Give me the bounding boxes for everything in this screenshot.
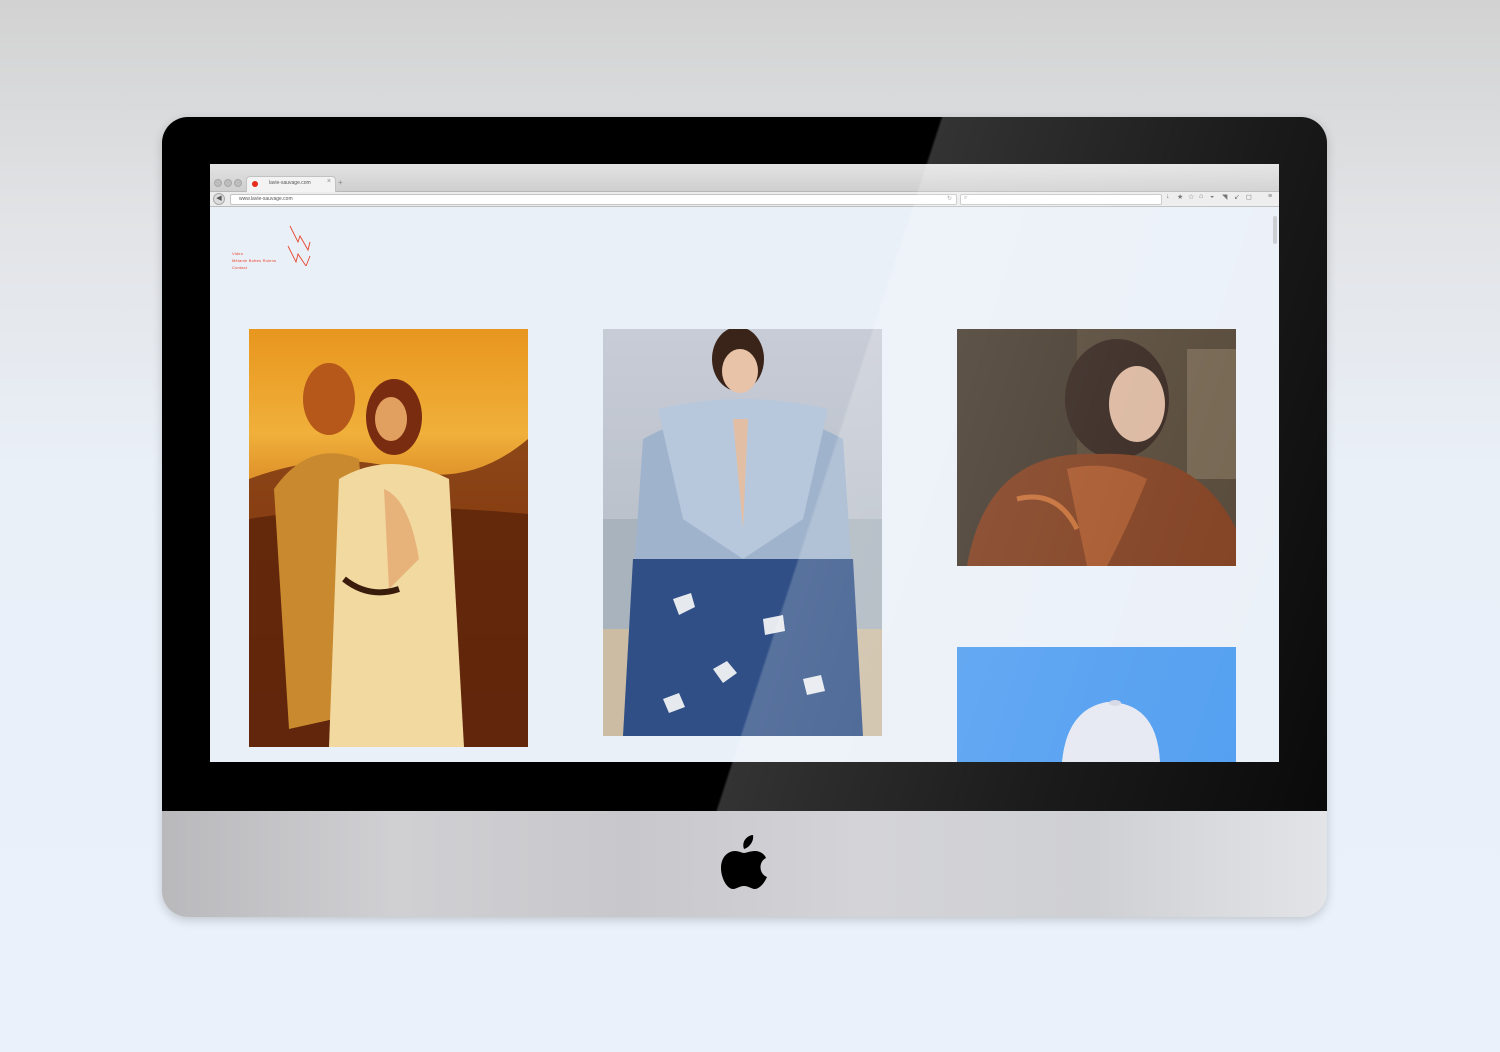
photo-ruffle-shirt-beach[interactable] <box>603 329 882 736</box>
imac-chin <box>162 811 1327 917</box>
nav-link-video[interactable]: Video <box>232 250 276 257</box>
search-icon: ⌕ <box>964 195 968 201</box>
scrollbar[interactable] <box>1273 216 1277 244</box>
tab-close-icon[interactable]: × <box>327 178 331 185</box>
menu-icon[interactable]: ≡ <box>1268 193 1272 200</box>
favicon-icon <box>252 181 258 187</box>
browser-window: lavie-sauvage.com × + ◀ www.lavie-sauvag… <box>210 164 1279 762</box>
new-tab-button[interactable]: + <box>338 178 343 187</box>
nav-link-contact[interactable]: Contact <box>232 264 276 271</box>
nav-bar: ◀ www.lavie-sauvage.com ↻ ⌕ ↓ ★ ☆ ⌂ ◒ ◥ … <box>210 192 1279 207</box>
sidebar-icon[interactable]: ◻ <box>1246 193 1252 201</box>
address-bar[interactable]: www.lavie-sauvage.com ↻ <box>230 194 957 205</box>
pocket-icon[interactable]: ◒ <box>1210 193 1214 200</box>
photo-satin-blouse[interactable] <box>957 329 1236 566</box>
search-input[interactable]: ⌕ <box>960 194 1162 205</box>
back-button[interactable]: ◀ <box>213 193 225 205</box>
home-icon[interactable]: ⌂ <box>1199 193 1203 200</box>
browser-tab[interactable]: lavie-sauvage.com × <box>246 176 336 192</box>
window-close-button[interactable] <box>214 179 222 187</box>
download-icon[interactable]: ↓ <box>1166 193 1170 200</box>
apple-logo-icon <box>721 835 767 889</box>
bookmark-icon[interactable]: ★ <box>1177 193 1183 201</box>
sync-icon[interactable]: ↙ <box>1234 193 1240 201</box>
star-icon[interactable]: ☆ <box>1188 193 1194 201</box>
nav-link-name[interactable]: Mélanie Bottes Rulens <box>232 257 276 264</box>
tab-title: lavie-sauvage.com <box>269 180 311 186</box>
photo-couple-sunset[interactable] <box>249 329 528 747</box>
imac: lavie-sauvage.com × + ◀ www.lavie-sauvag… <box>162 117 1327 917</box>
window-maximize-button[interactable] <box>234 179 242 187</box>
window-minimize-button[interactable] <box>224 179 232 187</box>
screen-bezel: lavie-sauvage.com × + ◀ www.lavie-sauvag… <box>162 117 1327 811</box>
tab-bar: lavie-sauvage.com × + <box>210 164 1279 192</box>
photo-blue-cap[interactable] <box>957 647 1236 762</box>
url-text: www.lavie-sauvage.com <box>239 196 293 202</box>
site-logo-icon[interactable] <box>286 224 318 266</box>
reload-icon[interactable]: ↻ <box>947 195 952 202</box>
site-nav: Video Mélanie Bottes Rulens Contact <box>232 250 276 271</box>
extension-icon[interactable]: ◥ <box>1222 193 1227 201</box>
